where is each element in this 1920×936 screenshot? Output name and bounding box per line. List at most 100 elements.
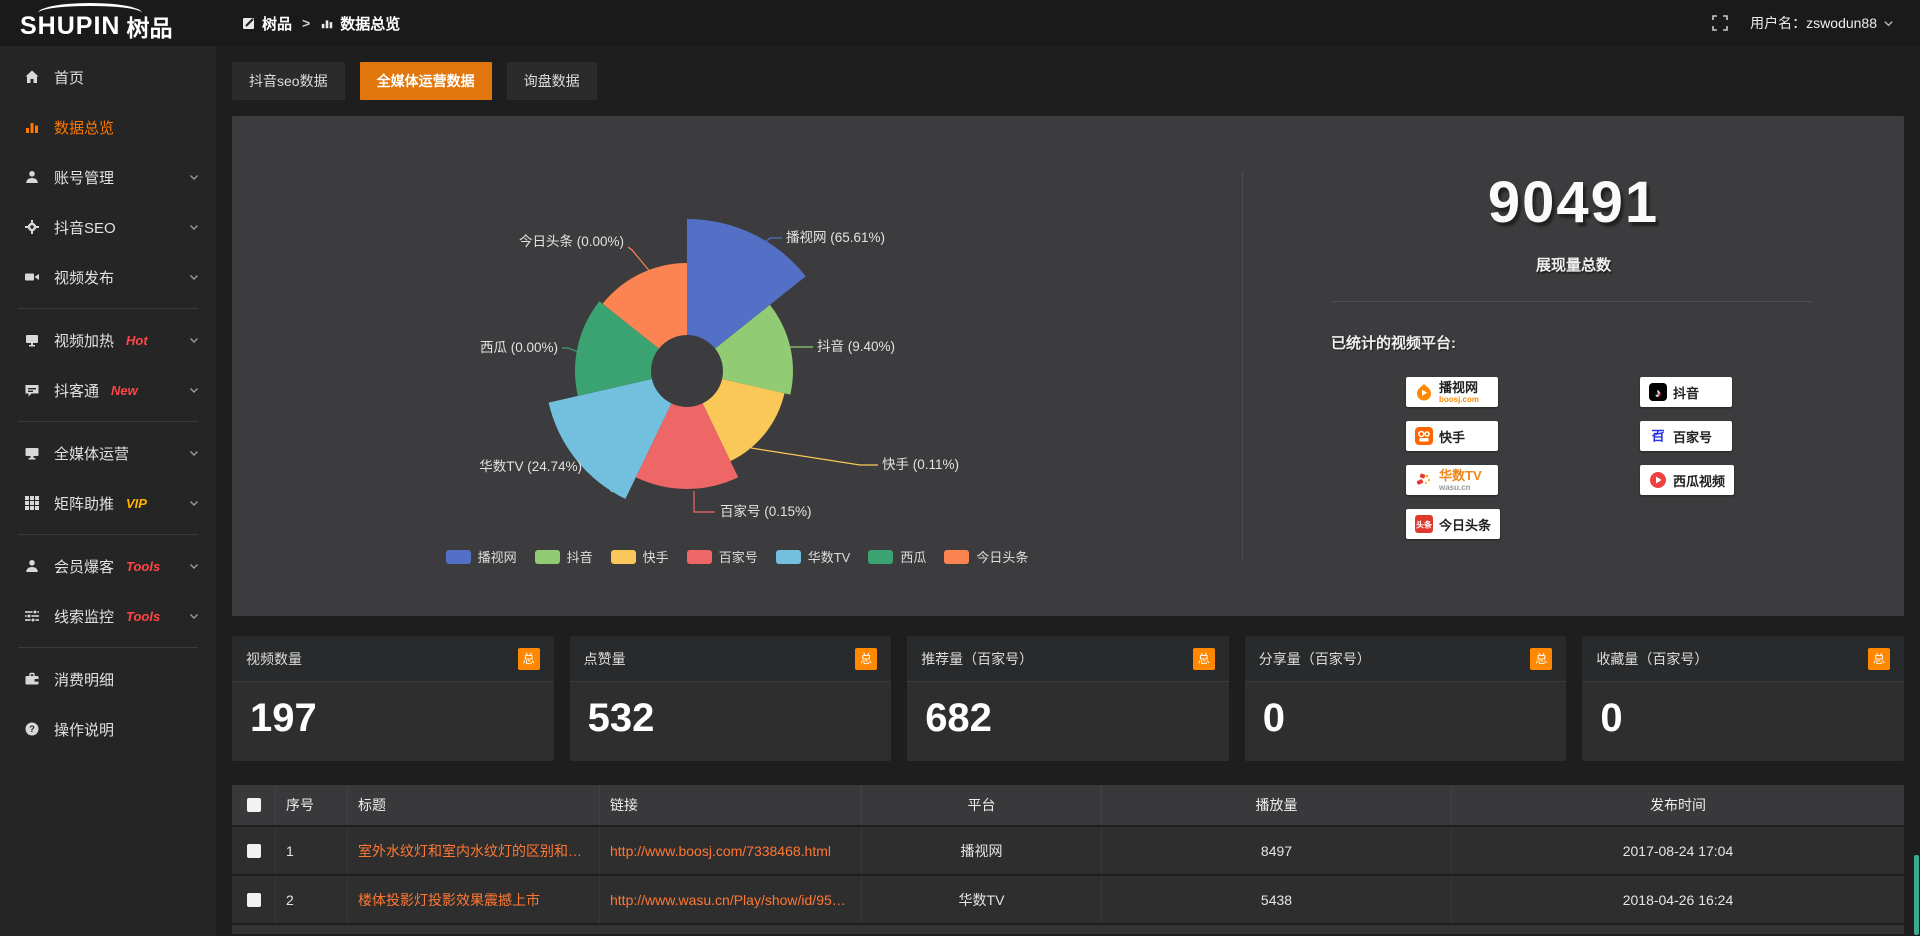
cell-platform: 播视网	[862, 827, 1102, 874]
card-shares: 分享量（百家号）总 0	[1245, 636, 1567, 761]
total-badge[interactable]: 总	[1868, 648, 1890, 670]
table-row-partial	[232, 925, 1904, 934]
sidebar-item-douyin-seo[interactable]: 抖音SEO	[0, 202, 216, 252]
app-logo[interactable]: SHUPIN 树品	[0, 0, 216, 46]
sidebar-item-help[interactable]: ? 操作说明	[0, 704, 216, 754]
top-bar: SHUPIN 树品 树品 > 数据总览 用户名：zswodun88	[0, 0, 1920, 46]
sidebar-item-home[interactable]: 首页	[0, 52, 216, 102]
pie-label-douyin: 抖音 (9.40%)	[817, 338, 895, 354]
gear-icon	[24, 219, 40, 235]
total-badge[interactable]: 总	[1193, 648, 1215, 670]
legend-swatch	[535, 550, 560, 564]
sidebar-item-video-publish[interactable]: 视频发布	[0, 252, 216, 302]
card-value: 0	[1582, 682, 1904, 761]
total-badge[interactable]: 总	[855, 648, 877, 670]
video-table: 序号 标题 链接 平台 播放量 发布时间 1 室外水纹灯和室内水纹灯的区别和简介…	[232, 785, 1904, 934]
svg-text:头条: 头条	[1416, 520, 1433, 530]
user-icon	[24, 558, 40, 574]
tab-omnimedia-data[interactable]: 全媒体运营数据	[360, 62, 492, 100]
douyin-logo-icon: ♪♪♪	[1649, 383, 1667, 401]
legend-swatch	[687, 550, 712, 564]
col-header-platform: 平台	[862, 785, 1102, 825]
bar-chart-icon	[24, 119, 40, 135]
edit-square-icon	[242, 16, 256, 30]
cell-views: 8497	[1102, 827, 1452, 874]
logo-arc-decoration	[38, 3, 142, 13]
sidebar-item-spend-details[interactable]: 消费明细	[0, 654, 216, 704]
platform-badge-boshiwang: 播视网boosj.com	[1406, 377, 1498, 407]
topbar-right: 用户名：zswodun88	[1712, 13, 1894, 33]
page-scrollbar[interactable]	[1914, 855, 1919, 935]
cell-no: 1	[276, 827, 348, 874]
legend-item-boshiwang[interactable]: 播视网	[446, 547, 517, 566]
video-url-link[interactable]: http://www.boosj.com/7338468.html	[610, 843, 831, 859]
sliders-icon	[24, 608, 40, 624]
tab-douyin-seo-data[interactable]: 抖音seo数据	[232, 62, 345, 100]
row-checkbox[interactable]	[247, 893, 261, 907]
platforms-title: 已统计的视频平台:	[1331, 332, 1904, 353]
sidebar-item-member-baoke[interactable]: 会员爆客 Tools	[0, 541, 216, 591]
sidebar-item-omnimedia-ops[interactable]: 全媒体运营	[0, 428, 216, 478]
chevron-down-icon	[188, 171, 200, 183]
video-url-link[interactable]: http://www.wasu.cn/Play/show/id/952...	[610, 892, 851, 908]
cell-views: 5438	[1102, 876, 1452, 923]
user-menu[interactable]: 用户名：zswodun88	[1750, 13, 1894, 33]
xigua-logo-icon	[1649, 471, 1667, 489]
video-title-link[interactable]: 楼体投影灯投影效果震撼上市	[358, 890, 540, 910]
col-header-views: 播放量	[1102, 785, 1452, 825]
cell-time: 2017-08-24 17:04	[1452, 827, 1904, 874]
pie-label-boshiwang: 播视网 (65.61%)	[786, 230, 885, 245]
tab-inquiry-data[interactable]: 询盘数据	[507, 62, 597, 100]
legend-swatch	[446, 550, 471, 564]
sidebar-item-video-heating[interactable]: 视频加热 Hot	[0, 315, 216, 365]
breadcrumb-separator: >	[302, 15, 310, 31]
breadcrumb-current[interactable]: 数据总览	[320, 13, 400, 34]
logo-text-cn: 树品	[126, 9, 172, 43]
video-camera-icon	[24, 269, 40, 285]
legend-item-washutv[interactable]: 华数TV	[776, 547, 851, 566]
legend-item-baijiahao[interactable]: 百家号	[687, 547, 758, 566]
row-checkbox[interactable]	[247, 844, 261, 858]
home-icon	[24, 69, 40, 85]
legend-item-toutiao[interactable]: 今日头条	[944, 547, 1028, 566]
svg-text:♪: ♪	[1655, 386, 1661, 400]
chevron-down-icon	[188, 447, 200, 459]
table-row: 2 楼体投影灯投影效果震撼上市 http://www.wasu.cn/Play/…	[232, 876, 1904, 923]
sidebar-item-data-overview[interactable]: 数据总览	[0, 102, 216, 152]
legend-swatch	[944, 550, 969, 564]
kuaishou-logo-icon	[1415, 427, 1433, 445]
platform-badge-toutiao: 头条 今日头条	[1406, 509, 1500, 539]
platform-badge-washutv: 华数TVwasu.cn	[1406, 465, 1498, 495]
pie-label-toutiao: 今日头条 (0.00%)	[519, 233, 624, 249]
legend-item-kuaishou[interactable]: 快手	[611, 547, 669, 566]
stat-cards: 视频数量总 197 点赞量总 532 推荐量（百家号）总 682 分享量（百家号…	[232, 636, 1904, 761]
toutiao-logo-icon: 头条	[1415, 515, 1433, 533]
legend-item-xigua[interactable]: 西瓜	[868, 547, 926, 566]
cell-platform: 华数TV	[862, 876, 1102, 923]
total-badge[interactable]: 总	[1530, 648, 1552, 670]
total-badge[interactable]: 总	[518, 648, 540, 670]
vip-tag: VIP	[126, 496, 147, 511]
leader-baijiahao	[694, 491, 715, 512]
sidebar-item-matrix-boost[interactable]: 矩阵助推 VIP	[0, 478, 216, 528]
breadcrumb-root[interactable]: 树品	[242, 13, 292, 34]
hot-tag: Hot	[126, 333, 148, 348]
main-content: 抖音seo数据 全媒体运营数据 询盘数据	[216, 46, 1920, 934]
col-header-time: 发布时间	[1452, 785, 1904, 825]
card-title: 收藏量（百家号）	[1596, 649, 1708, 669]
sidebar-item-account-mgmt[interactable]: 账号管理	[0, 152, 216, 202]
video-title-link[interactable]: 室外水纹灯和室内水纹灯的区别和简介	[358, 841, 589, 861]
platform-badge-kuaishou: 快手	[1406, 421, 1498, 451]
sidebar-item-lead-monitor[interactable]: 线索监控 Tools	[0, 591, 216, 641]
sidebar-item-doketong[interactable]: 抖客通 New	[0, 365, 216, 415]
col-header-title: 标题	[348, 785, 600, 825]
total-impressions-label: 展现量总数	[1243, 254, 1904, 275]
pie-label-kuaishou: 快手 (0.11%)	[882, 457, 959, 472]
legend-item-douyin[interactable]: 抖音	[535, 547, 593, 566]
fullscreen-icon[interactable]	[1712, 15, 1728, 31]
user-icon	[24, 169, 40, 185]
screen-promote-icon	[24, 332, 40, 348]
card-video-count: 视频数量总 197	[232, 636, 554, 761]
select-all-checkbox[interactable]	[247, 798, 261, 812]
card-title: 分享量（百家号）	[1259, 649, 1371, 669]
